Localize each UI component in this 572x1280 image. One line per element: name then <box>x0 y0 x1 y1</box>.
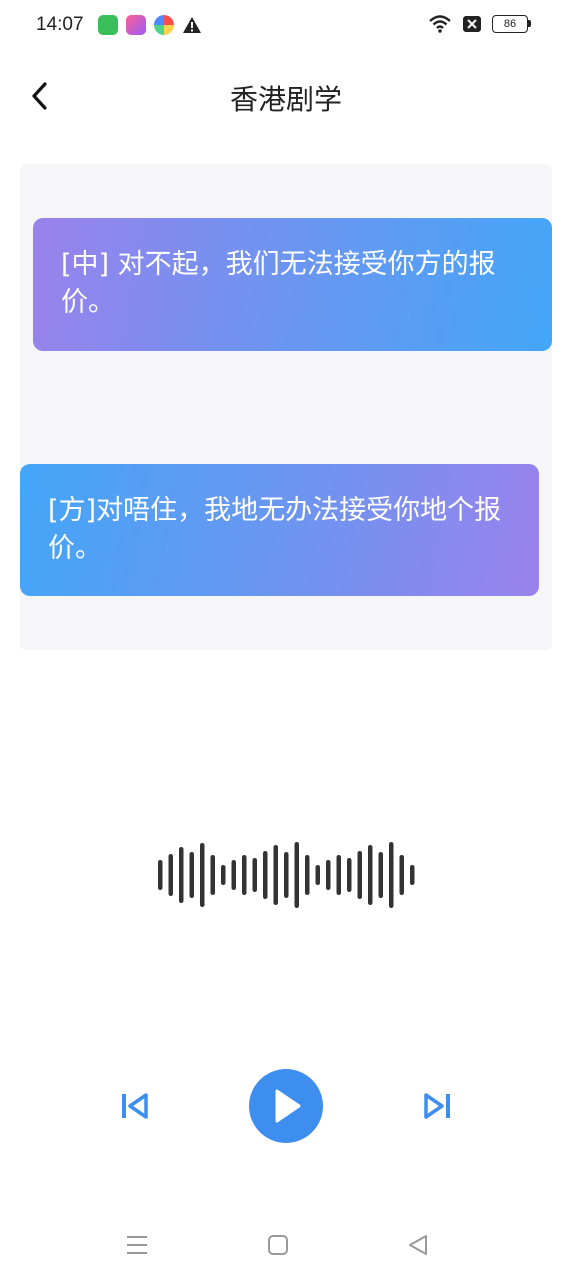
play-button[interactable] <box>249 1069 323 1143</box>
next-button[interactable] <box>416 1084 460 1128</box>
waveform-bar <box>378 852 383 898</box>
notification-icons <box>98 15 202 35</box>
waveform-bar <box>263 851 268 899</box>
waveform-bar <box>242 855 247 895</box>
header: 香港剧学 <box>0 60 572 132</box>
app-notification-icon <box>126 15 146 35</box>
waveform-bar <box>315 865 320 885</box>
nav-back-button[interactable] <box>403 1232 433 1258</box>
waveform-bar <box>399 855 404 895</box>
battery-indicator: 86 <box>492 15 531 33</box>
waveform-bar <box>158 860 163 890</box>
previous-button[interactable] <box>112 1084 156 1128</box>
status-indicators: 86 <box>428 14 531 34</box>
page-title: 香港剧学 <box>229 83 342 116</box>
mandarin-sentence-bubble: [中] 对不起，我们无法接受你方的报价。 <box>33 218 552 351</box>
warning-icon <box>183 17 201 33</box>
waveform-bar <box>368 845 373 905</box>
waveform-bar <box>200 843 205 907</box>
triangle-back-icon <box>409 1235 427 1255</box>
playback-controls <box>0 1060 572 1160</box>
waveform-bar <box>252 858 257 892</box>
status-time: 14:07 <box>36 14 84 35</box>
menu-icon <box>127 1236 147 1254</box>
waveform-bar <box>294 842 299 908</box>
waveform-bar <box>231 860 236 890</box>
waveform-bar <box>326 860 331 890</box>
nav-menu-button[interactable] <box>122 1232 152 1258</box>
waveform-bar <box>210 855 215 895</box>
waveform-bar <box>410 865 415 885</box>
skip-previous-icon <box>122 1093 148 1119</box>
waveform-bar <box>273 845 278 905</box>
app-notification-icon <box>98 15 118 35</box>
waveform-bar <box>389 842 394 908</box>
status-bar: 14:07 86 <box>0 0 572 52</box>
waveform-bar <box>305 855 310 895</box>
cantonese-sentence-bubble: [方]对唔住，我地无办法接受你地个报价。 <box>20 464 539 596</box>
waveform-bar <box>189 852 194 898</box>
app-notification-icon <box>154 15 174 35</box>
waveform-bar <box>347 858 352 892</box>
waveform-bar <box>357 851 362 899</box>
waveform-bar <box>221 865 226 885</box>
audio-waveform-icon <box>158 842 415 908</box>
wifi-icon <box>429 15 451 33</box>
system-nav-bar <box>0 1220 572 1270</box>
play-icon <box>275 1089 301 1123</box>
waveform-bar <box>168 854 173 896</box>
waveform-bar <box>284 852 289 898</box>
nav-home-button[interactable] <box>263 1232 293 1258</box>
waveform-bar <box>336 855 341 895</box>
skip-next-icon <box>424 1093 450 1119</box>
no-sim-icon <box>463 16 481 32</box>
waveform-bar <box>179 847 184 903</box>
home-square-icon <box>268 1235 288 1255</box>
